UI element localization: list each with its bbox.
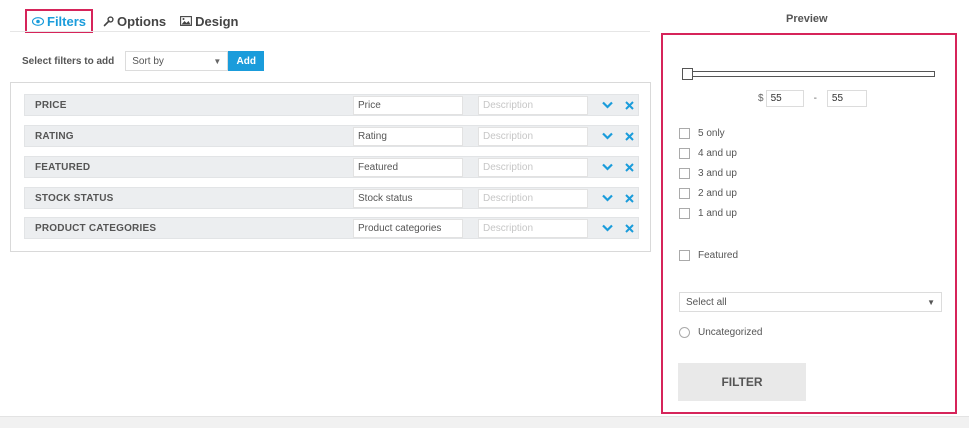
rating-options: 5 only 4 and up 3 and up 2 and up 1 and … — [679, 123, 737, 223]
checkbox[interactable] — [679, 127, 690, 139]
category-option[interactable]: Uncategorized — [679, 327, 762, 338]
chevron-down-icon[interactable] — [601, 99, 613, 111]
filter-list: PRICE Price Description RATING Rating De… — [10, 82, 651, 252]
filter-description-input[interactable]: Description — [478, 188, 588, 208]
option-label: 4 and up — [698, 147, 737, 159]
chevron-down-icon[interactable] — [601, 222, 613, 234]
option-label: Featured — [698, 249, 739, 261]
filter-button[interactable]: FILTER — [678, 363, 806, 401]
chevron-down-icon[interactable] — [601, 130, 613, 142]
preview-panel: $ 55 - 55 5 only 4 and up 3 and up 2 and… — [661, 33, 957, 414]
filter-row-product-categories[interactable]: PRODUCT CATEGORIES Product categories De… — [24, 217, 639, 239]
close-icon[interactable] — [623, 99, 635, 111]
option-label: 1 and up — [698, 207, 737, 219]
filter-row-featured[interactable]: FEATURED Featured Description — [24, 156, 639, 178]
tabs-divider — [10, 31, 650, 32]
filter-name: STOCK STATUS — [35, 192, 114, 204]
option-label: Uncategorized — [698, 327, 763, 338]
footer-strip — [0, 416, 969, 428]
eye-icon — [32, 16, 44, 26]
price-slider-track[interactable] — [687, 71, 935, 77]
filter-row-stock-status[interactable]: STOCK STATUS Stock status Description — [24, 187, 639, 209]
filter-name: RATING — [35, 130, 74, 142]
tab-design[interactable]: Design — [176, 9, 242, 33]
dropdown-arrow-icon: ▼ — [927, 297, 935, 307]
option-label: 5 only — [698, 127, 725, 139]
rating-option-1[interactable]: 1 and up — [679, 203, 737, 223]
select-value: Sort by — [132, 55, 164, 67]
image-icon — [180, 16, 193, 26]
rating-option-2[interactable]: 2 and up — [679, 183, 737, 203]
price-max-input[interactable]: 55 — [826, 90, 867, 107]
add-filters-label: Select filters to add — [22, 55, 115, 67]
rating-option-3[interactable]: 3 and up — [679, 163, 737, 183]
close-icon[interactable] — [623, 161, 635, 173]
tab-bar: Filters Options Design — [25, 9, 248, 33]
tab-options[interactable]: Options — [99, 9, 170, 33]
checkbox[interactable] — [679, 207, 690, 219]
radio-button[interactable] — [679, 327, 690, 338]
filter-title-input[interactable]: Stock status — [353, 188, 463, 208]
filter-title-input[interactable]: Rating — [353, 126, 463, 146]
filter-row-rating[interactable]: RATING Rating Description — [24, 125, 639, 147]
checkbox[interactable] — [679, 147, 690, 159]
preview-title: Preview — [786, 13, 828, 25]
tab-filters[interactable]: Filters — [25, 9, 94, 33]
filter-description-input[interactable]: Description — [478, 218, 588, 238]
tab-label: Filters — [47, 13, 87, 29]
option-label: 2 and up — [698, 187, 737, 199]
currency-symbol: $ — [758, 93, 764, 104]
chevron-down-icon[interactable] — [601, 192, 613, 204]
filter-row-price[interactable]: PRICE Price Description — [24, 94, 639, 116]
filter-title-input[interactable]: Price — [353, 95, 463, 115]
filter-description-input[interactable]: Description — [478, 126, 588, 146]
filter-title-input[interactable]: Product categories — [353, 218, 463, 238]
close-icon[interactable] — [623, 192, 635, 204]
filter-name: PRICE — [35, 99, 67, 111]
checkbox[interactable] — [679, 249, 690, 261]
close-icon[interactable] — [623, 130, 635, 142]
dropdown-arrow-icon: ▼ — [213, 56, 222, 66]
filter-name: PRODUCT CATEGORIES — [35, 222, 157, 234]
add-button[interactable]: Add — [228, 51, 265, 71]
wrench-icon — [103, 15, 114, 27]
tab-label: Design — [195, 13, 239, 29]
chevron-down-icon[interactable] — [601, 161, 613, 173]
checkbox[interactable] — [679, 167, 690, 179]
rating-option-4[interactable]: 4 and up — [679, 143, 737, 163]
filter-title-input[interactable]: Featured — [353, 157, 463, 177]
featured-option[interactable]: Featured — [679, 245, 738, 265]
filter-name: FEATURED — [35, 161, 91, 173]
select-value: Select all — [686, 296, 727, 308]
tab-label: Options — [117, 13, 167, 29]
close-icon[interactable] — [623, 222, 635, 234]
filter-type-select[interactable]: Sort by ▼ — [125, 51, 229, 71]
filter-description-input[interactable]: Description — [478, 95, 588, 115]
price-range: $ 55 - 55 — [758, 90, 867, 107]
price-slider-handle[interactable] — [682, 68, 693, 80]
checkbox[interactable] — [679, 187, 690, 199]
rating-option-5[interactable]: 5 only — [679, 123, 737, 143]
price-separator: - — [813, 93, 817, 104]
filter-description-input[interactable]: Description — [478, 157, 588, 177]
option-label: 3 and up — [698, 167, 737, 179]
add-filters-row: Select filters to add Sort by ▼ Add — [22, 51, 265, 71]
category-select[interactable]: Select all ▼ — [679, 292, 942, 312]
price-min-input[interactable]: 55 — [765, 90, 804, 107]
